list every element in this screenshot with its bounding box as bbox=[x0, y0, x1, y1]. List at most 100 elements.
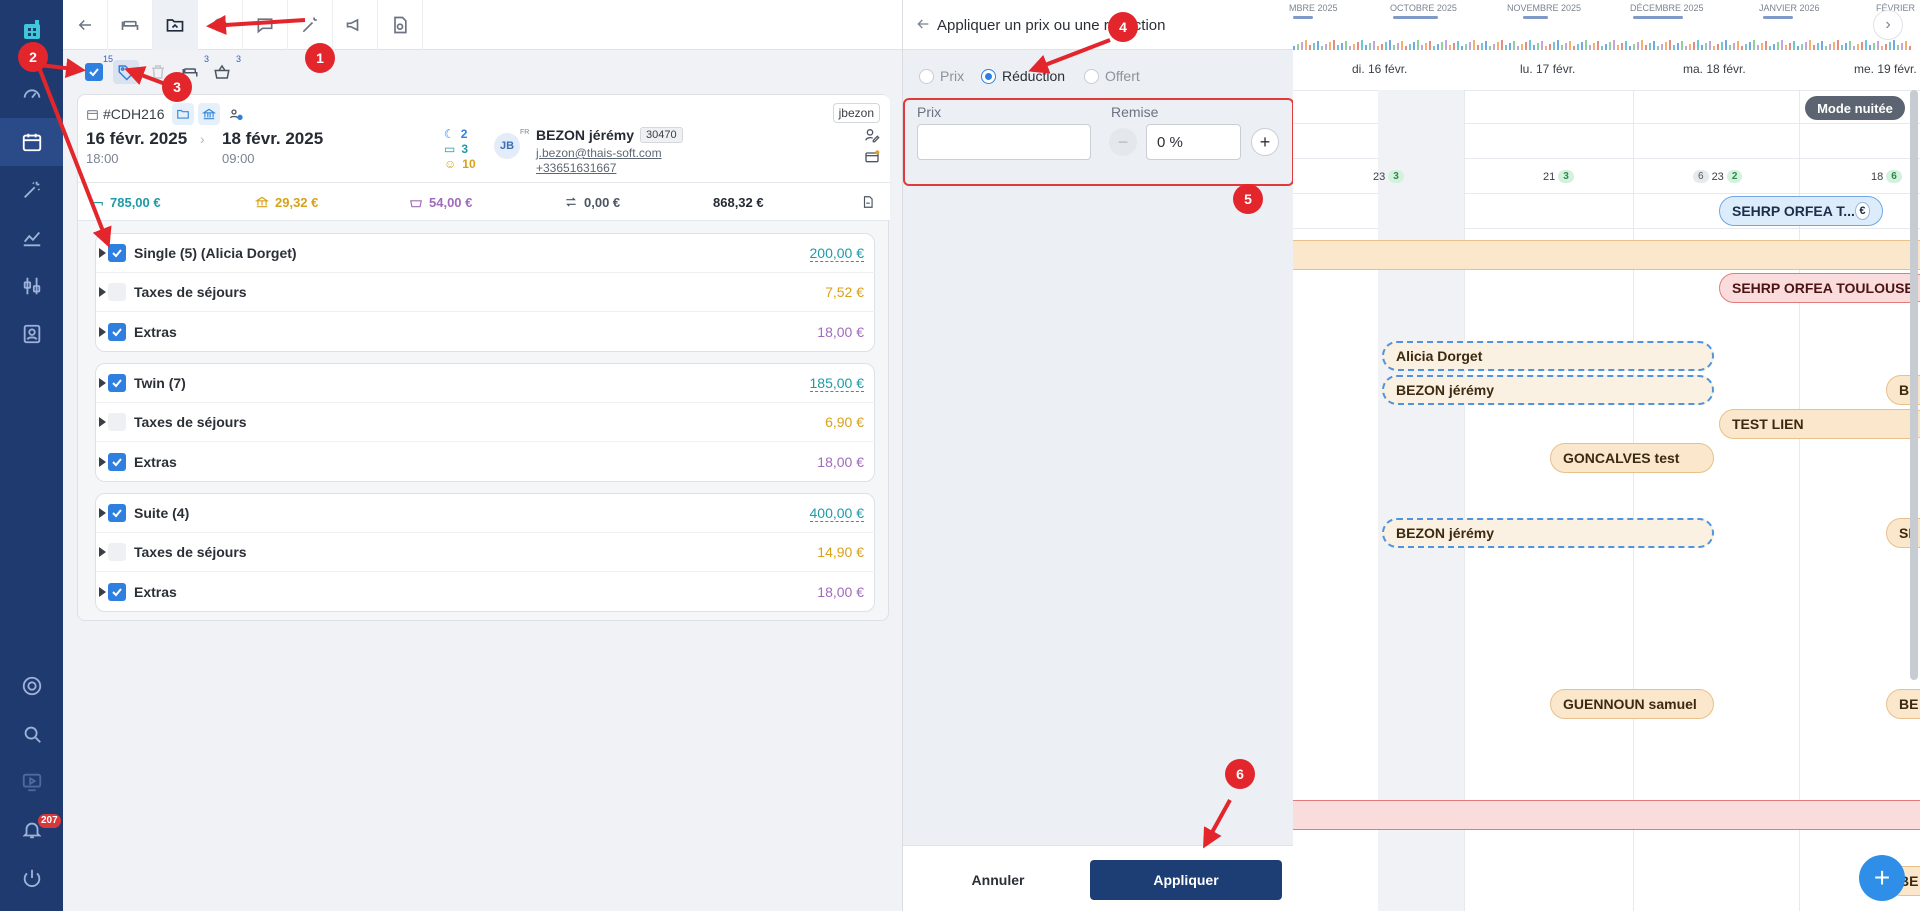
folder-invoice-tab[interactable] bbox=[153, 0, 198, 50]
line-amount[interactable]: 185,00 € bbox=[809, 375, 864, 392]
histogram-bar bbox=[1533, 45, 1535, 50]
select-all-checkbox[interactable]: 15 bbox=[81, 54, 113, 84]
expand-caret-icon[interactable] bbox=[99, 417, 106, 427]
expand-caret-icon[interactable] bbox=[99, 287, 106, 297]
expand-caret-icon[interactable] bbox=[99, 547, 106, 557]
dashboard-gauge-icon[interactable] bbox=[0, 70, 63, 118]
help-lifebuoy-icon[interactable] bbox=[0, 662, 63, 710]
next-period-button[interactable]: › bbox=[1873, 10, 1903, 40]
room-line[interactable]: Twin (7) 185,00 € bbox=[96, 364, 876, 403]
option-free-radio[interactable]: Offert bbox=[1084, 68, 1140, 84]
extras-line[interactable]: Extras 18,00 € bbox=[96, 312, 876, 351]
group-block-bar[interactable] bbox=[1293, 240, 1920, 270]
statistics-chart-icon[interactable] bbox=[0, 214, 63, 262]
room-line[interactable]: Single (5) (Alicia Dorget) 200,00 € bbox=[96, 234, 876, 273]
back-arrow-button[interactable] bbox=[63, 0, 108, 50]
folder-chip-icon[interactable] bbox=[172, 103, 195, 125]
coins-tab[interactable] bbox=[198, 0, 243, 50]
line-checkbox[interactable] bbox=[108, 504, 126, 522]
settings-sliders-icon[interactable] bbox=[0, 262, 63, 310]
payment-card-icon[interactable] bbox=[864, 149, 880, 165]
vertical-scrollbar[interactable] bbox=[1910, 90, 1918, 680]
radio-dot[interactable] bbox=[919, 68, 934, 84]
drawer-footer: Annuler Appliquer bbox=[903, 845, 1294, 911]
histogram-bar bbox=[1433, 46, 1435, 50]
expand-caret-icon[interactable] bbox=[99, 456, 106, 467]
discount-input[interactable] bbox=[1146, 124, 1241, 160]
edit-guest-icon[interactable] bbox=[864, 127, 880, 143]
line-checkbox[interactable] bbox=[108, 374, 126, 392]
contact-card-icon[interactable] bbox=[0, 310, 63, 358]
line-amount: 18,00 € bbox=[817, 323, 864, 340]
decrease-button[interactable]: − bbox=[1109, 128, 1137, 156]
reservation-pill[interactable]: Alicia Dorget bbox=[1382, 341, 1714, 371]
line-checkbox[interactable] bbox=[108, 283, 126, 301]
add-reservation-button[interactable]: + bbox=[1859, 855, 1905, 901]
line-checkbox[interactable] bbox=[108, 582, 126, 601]
radio-dot[interactable] bbox=[981, 68, 996, 84]
tax-line[interactable]: Taxes de séjours 6,90 € bbox=[96, 403, 876, 442]
notifications-bell-icon[interactable]: 207 bbox=[0, 806, 63, 854]
expand-caret-icon[interactable] bbox=[99, 326, 106, 337]
document-tab[interactable] bbox=[378, 0, 423, 50]
expand-caret-icon[interactable] bbox=[99, 248, 106, 258]
tax-line[interactable]: Taxes de séjours 7,52 € bbox=[96, 273, 876, 312]
reservation-pill[interactable]: BEZON jérémy bbox=[1382, 518, 1714, 548]
reservation-pill[interactable]: BEZON jérémy bbox=[1382, 375, 1714, 405]
option-discount-radio[interactable]: Réduction bbox=[981, 68, 1065, 84]
reservation-pill[interactable]: GUENNOUN samuel bbox=[1550, 689, 1714, 719]
histogram-bar bbox=[1381, 44, 1383, 50]
group-add-icon[interactable] bbox=[228, 106, 244, 122]
line-checkbox[interactable] bbox=[108, 452, 126, 471]
planning-calendar-icon[interactable] bbox=[0, 118, 63, 166]
chat-bubble-tab[interactable] bbox=[243, 0, 288, 50]
cancel-button[interactable]: Annuler bbox=[923, 860, 1073, 900]
line-label: Taxes de séjours bbox=[134, 544, 247, 560]
expand-caret-icon[interactable] bbox=[99, 586, 106, 597]
line-checkbox[interactable] bbox=[108, 322, 126, 341]
logout-power-icon[interactable] bbox=[0, 854, 63, 902]
blocked-period-bar[interactable] bbox=[1293, 800, 1920, 830]
histogram-bar bbox=[1293, 46, 1295, 50]
price-input[interactable] bbox=[917, 124, 1091, 160]
guest-email-link[interactable]: j.bezon@thais-soft.com bbox=[536, 146, 662, 160]
room-line[interactable]: Suite (4) 400,00 € bbox=[96, 494, 876, 533]
radio-dot[interactable] bbox=[1084, 68, 1099, 84]
reservation-pill[interactable]: GONCALVES test bbox=[1550, 443, 1714, 473]
magic-wand-icon[interactable] bbox=[0, 166, 63, 214]
option-label: Offert bbox=[1105, 68, 1140, 84]
line-checkbox[interactable] bbox=[108, 244, 126, 262]
increase-button[interactable]: + bbox=[1251, 128, 1279, 156]
bank-chip-icon[interactable] bbox=[198, 103, 221, 125]
histogram-bar bbox=[1641, 40, 1643, 50]
reservation-pill[interactable]: SEHRP ORFEA T... € bbox=[1719, 196, 1883, 226]
reservation-pill[interactable]: BE bbox=[1886, 689, 1920, 719]
price-tag-icon[interactable] bbox=[113, 60, 139, 84]
option-price-radio[interactable]: Prix bbox=[919, 68, 964, 84]
extras-line[interactable]: Extras 18,00 € bbox=[96, 572, 876, 611]
line-amount[interactable]: 200,00 € bbox=[809, 245, 864, 262]
line-checkbox[interactable] bbox=[108, 413, 126, 431]
drawer-back-arrow-icon[interactable] bbox=[915, 16, 931, 32]
expand-caret-icon[interactable] bbox=[99, 378, 106, 388]
guest-phone-link[interactable]: +33651631667 bbox=[536, 161, 616, 175]
tax-line[interactable]: Taxes de séjours 14,90 € bbox=[96, 533, 876, 572]
magic-wand-tab[interactable] bbox=[288, 0, 333, 50]
night-mode-toggle[interactable]: Mode nuitée bbox=[1805, 96, 1905, 120]
reservation-pill[interactable]: TEST LIEN bbox=[1719, 409, 1920, 439]
apply-button[interactable]: Appliquer bbox=[1090, 860, 1282, 900]
expand-caret-icon[interactable] bbox=[99, 508, 106, 518]
extras-line[interactable]: Extras 18,00 € bbox=[96, 442, 876, 481]
line-amount[interactable]: 400,00 € bbox=[809, 505, 864, 522]
reservation-pill[interactable]: SEHRP ORFEA TOULOUSE bbox=[1719, 273, 1920, 303]
histogram-bar bbox=[1525, 42, 1527, 50]
video-screen-icon[interactable] bbox=[0, 758, 63, 806]
search-icon[interactable] bbox=[0, 710, 63, 758]
stay-counters: ☾ 2 ▭ 3 ☺ 10 bbox=[444, 127, 476, 171]
rooms-bed-tab[interactable] bbox=[108, 0, 153, 50]
basket-count-icon[interactable]: 3 bbox=[209, 54, 241, 84]
megaphone-tab[interactable] bbox=[333, 0, 378, 50]
export-document-icon[interactable] bbox=[861, 183, 875, 221]
guest-name[interactable]: BEZON jérémy bbox=[536, 127, 634, 143]
line-checkbox[interactable] bbox=[108, 543, 126, 561]
